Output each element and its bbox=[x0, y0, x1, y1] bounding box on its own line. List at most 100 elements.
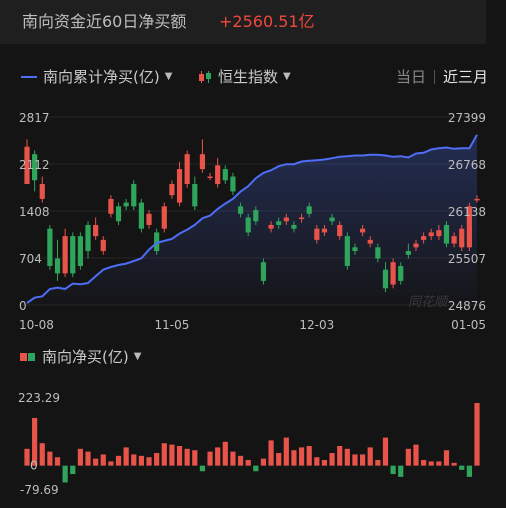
net-buy-bar bbox=[321, 460, 328, 466]
tab-three-months[interactable]: 近三月 bbox=[443, 66, 488, 87]
chevron-down-icon: ▼ bbox=[164, 71, 173, 82]
net-buy-bar bbox=[459, 465, 465, 470]
candle-body bbox=[352, 247, 358, 252]
candle-body bbox=[398, 265, 404, 281]
x-axis-tick: 12-03 bbox=[299, 318, 334, 332]
tab-today[interactable]: 当日 bbox=[396, 66, 426, 87]
net-buy-bar bbox=[306, 446, 312, 466]
net-buy-bar bbox=[215, 447, 221, 466]
x-axis-tick: 01-05 bbox=[451, 318, 486, 332]
legend-bar-toggle[interactable]: 南向净买(亿) ▼ bbox=[20, 346, 141, 367]
candle-body bbox=[390, 262, 396, 285]
candle-body bbox=[222, 169, 228, 181]
cumulative-line bbox=[26, 134, 478, 304]
tab-divider bbox=[433, 69, 435, 84]
header-title: 南向资金近60日净买额 bbox=[22, 12, 187, 31]
left-axis-tick: 2112 bbox=[19, 158, 50, 172]
net-buy-bar bbox=[352, 454, 358, 466]
right-axis-tick: 24876 bbox=[448, 299, 486, 313]
candle-body bbox=[32, 154, 38, 181]
candle-body bbox=[215, 165, 221, 184]
candle-body bbox=[192, 183, 198, 207]
net-buy-bar bbox=[398, 465, 404, 477]
candle-body bbox=[268, 224, 274, 229]
right-axis-tick: 27399 bbox=[448, 111, 486, 125]
candle-body bbox=[459, 228, 465, 248]
net-buy-bar bbox=[230, 451, 236, 466]
net-buy-bar bbox=[24, 448, 30, 466]
net-buy-bar bbox=[443, 450, 450, 466]
legend-bar-label: 南向净买(亿) bbox=[42, 348, 129, 366]
net-buy-bar bbox=[115, 455, 122, 466]
net-buy-bar bbox=[382, 437, 389, 466]
net-buy-bar bbox=[298, 447, 305, 466]
net-buy-bar bbox=[253, 465, 259, 472]
candle-body bbox=[260, 262, 267, 281]
net-buy-bar bbox=[237, 455, 244, 466]
net-buy-bar bbox=[359, 454, 366, 466]
net-buy-bar bbox=[85, 451, 91, 466]
bar-axis-tick: 223.29 bbox=[18, 391, 60, 405]
net-buy-bar bbox=[47, 451, 53, 466]
net-buy-bar bbox=[436, 461, 442, 466]
net-buy-bar bbox=[138, 455, 145, 466]
net-buy-bar bbox=[192, 450, 198, 466]
candle-body bbox=[77, 236, 83, 266]
net-buy-bar bbox=[276, 453, 282, 466]
net-buy-bar bbox=[329, 453, 335, 466]
net-buy-bar bbox=[375, 460, 381, 466]
net-buy-bar bbox=[176, 446, 183, 466]
net-buy-bar bbox=[32, 417, 38, 466]
candle-body bbox=[70, 236, 76, 274]
candle-body bbox=[169, 183, 175, 196]
candle-body bbox=[306, 206, 312, 214]
candle-body bbox=[115, 206, 122, 222]
net-buy-bar bbox=[337, 446, 343, 466]
bar-swatch-icon bbox=[20, 352, 35, 361]
candle-body bbox=[237, 206, 244, 214]
candle-body bbox=[344, 236, 350, 266]
candle-body bbox=[24, 146, 30, 184]
net-buy-bar bbox=[268, 440, 274, 466]
net-buy-bar bbox=[54, 457, 61, 466]
candle-body bbox=[276, 221, 282, 225]
cumulative-area bbox=[27, 134, 477, 305]
net-buy-bar bbox=[123, 447, 129, 466]
left-axis-tick: 0 bbox=[19, 299, 27, 313]
legend-line-toggle[interactable]: 南向累计净买(亿) ▼ bbox=[21, 66, 172, 87]
candle-body bbox=[359, 228, 366, 233]
candle-body bbox=[207, 176, 213, 179]
net-buy-bar bbox=[314, 457, 320, 466]
bar-axis-tick: 0 bbox=[30, 459, 38, 473]
legend-candle-label: 恒生指数 bbox=[218, 68, 279, 86]
candle-body bbox=[199, 154, 206, 170]
net-buy-bar bbox=[39, 443, 45, 466]
net-buy-bar bbox=[413, 444, 419, 466]
candle-body bbox=[85, 224, 91, 252]
net-buy-bar bbox=[169, 444, 175, 466]
candle-body bbox=[413, 243, 419, 248]
net-buy-bar bbox=[70, 465, 76, 475]
right-axis-tick: 26768 bbox=[448, 158, 486, 172]
net-buy-bar bbox=[421, 460, 427, 466]
legend-line-label: 南向累计净买(亿) bbox=[43, 68, 160, 86]
watermark: 同花顺 bbox=[408, 295, 450, 310]
net-buy-bar bbox=[93, 458, 99, 466]
candle-body bbox=[329, 217, 335, 222]
net-buy-bar bbox=[283, 437, 289, 466]
net-buy-bar bbox=[154, 453, 160, 466]
candle-body bbox=[466, 206, 472, 248]
candle-body bbox=[337, 224, 343, 237]
candle-body bbox=[154, 232, 160, 252]
candle-body bbox=[176, 169, 183, 203]
right-axis-tick: 26138 bbox=[448, 205, 486, 219]
left-axis-tick: 704 bbox=[19, 252, 42, 266]
net-buy-bar bbox=[146, 457, 152, 466]
candle-body bbox=[367, 239, 373, 244]
x-axis-tick: 11-05 bbox=[154, 318, 189, 332]
candle-body bbox=[382, 269, 389, 289]
legend-candle-toggle[interactable]: 恒生指数 ▼ bbox=[198, 66, 291, 87]
candle-body bbox=[62, 236, 68, 274]
candle-body bbox=[436, 230, 442, 237]
candle-body bbox=[405, 251, 411, 255]
